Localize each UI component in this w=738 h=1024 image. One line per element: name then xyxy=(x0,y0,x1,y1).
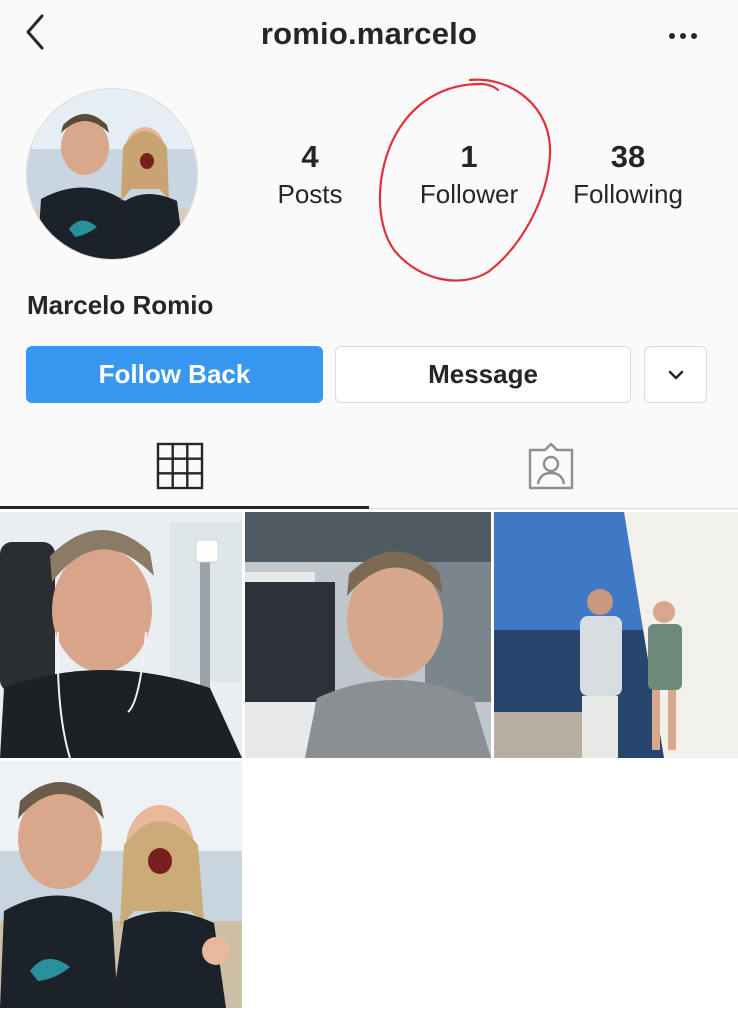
chevron-down-icon xyxy=(668,370,683,379)
post-photo xyxy=(0,761,242,1008)
stat-followers-label: Follower xyxy=(419,179,519,209)
profile-username: romio.marcelo xyxy=(260,16,478,51)
tab-posts-grid[interactable] xyxy=(150,440,210,494)
post-thumbnail[interactable] xyxy=(0,761,242,1008)
post-photo xyxy=(245,512,491,758)
stat-following-count: 38 xyxy=(610,139,646,174)
suggested-accounts-button[interactable] xyxy=(644,346,707,403)
active-tab-indicator xyxy=(0,506,369,509)
post-thumbnail[interactable] xyxy=(0,512,242,758)
grid-icon xyxy=(156,442,204,490)
tab-tagged[interactable] xyxy=(521,440,581,494)
more-options-button[interactable] xyxy=(664,28,704,44)
follow-back-button[interactable]: Follow Back xyxy=(26,346,323,403)
avatar-photo xyxy=(27,89,197,259)
post-photo xyxy=(494,512,738,758)
stat-following-label: Following xyxy=(573,179,683,209)
profile-full-name: Marcelo Romio xyxy=(27,290,214,320)
tagged-icon xyxy=(528,442,574,490)
post-photo xyxy=(0,512,242,758)
stat-posts-count: 4 xyxy=(301,139,319,174)
post-thumbnail[interactable] xyxy=(494,512,738,758)
stat-followers-count: 1 xyxy=(460,139,478,174)
stat-posts-label: Posts xyxy=(277,179,343,209)
stat-posts[interactable]: 4 Posts xyxy=(230,138,390,212)
post-thumbnail[interactable] xyxy=(245,512,491,758)
stat-following[interactable]: 38 Following xyxy=(548,138,708,212)
more-horizontal-icon xyxy=(669,33,697,39)
stat-followers[interactable]: 1 Follower xyxy=(389,138,549,212)
message-button[interactable]: Message xyxy=(335,346,631,403)
profile-avatar[interactable] xyxy=(26,88,198,260)
